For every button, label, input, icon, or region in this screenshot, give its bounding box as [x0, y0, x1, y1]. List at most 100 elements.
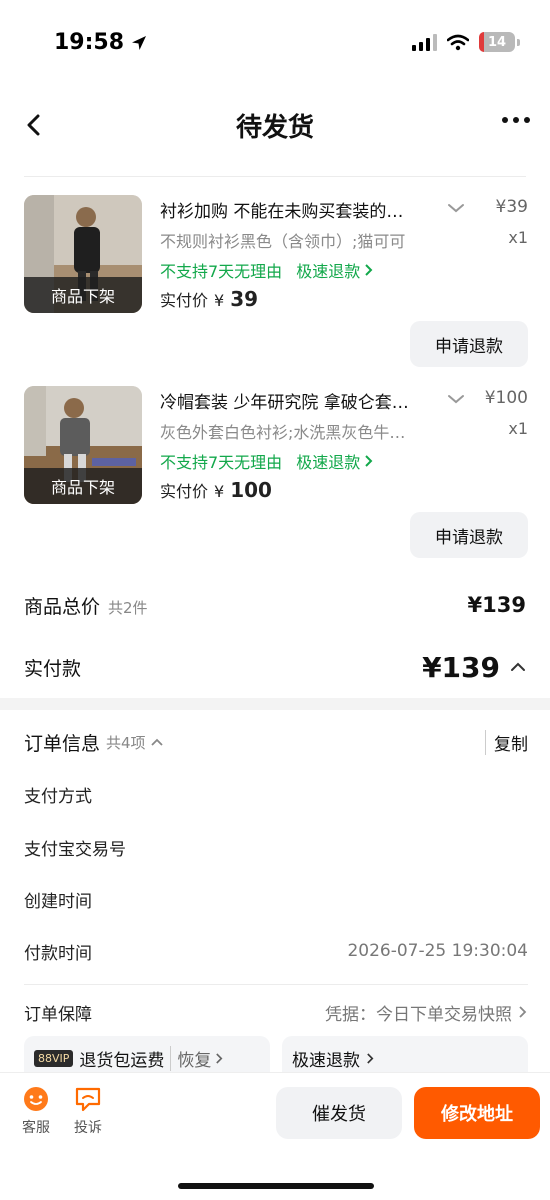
fast-refund-link[interactable]: 极速退款: [296, 258, 374, 282]
product-tags: 不支持7天无理由 极速退款: [160, 449, 374, 473]
complaint-icon: [75, 1087, 101, 1112]
fast-refund-link[interactable]: 极速退款: [296, 449, 374, 473]
order-info-label: 支付方式: [24, 786, 92, 807]
order-info-label: 创建时间: [24, 891, 92, 912]
status-bar: 19:58 14: [0, 0, 550, 90]
order-info-row: 创建时间: [24, 881, 528, 917]
chevron-down-icon[interactable]: [446, 390, 466, 408]
no-7day-return-tag: 不支持7天无理由: [160, 262, 283, 281]
battery-percent: 14: [487, 34, 507, 50]
order-info-toggle[interactable]: 订单信息 共4项: [24, 729, 164, 756]
modify-address-button[interactable]: 修改地址: [414, 1087, 540, 1139]
chevron-up-icon[interactable]: [510, 661, 526, 673]
paid-price-amount: 39: [230, 287, 259, 311]
order-info-title: 订单信息: [24, 732, 101, 755]
fast-refund-label: 极速退款: [296, 262, 361, 281]
copy-button[interactable]: 复制: [485, 729, 528, 755]
product-title[interactable]: 冷帽套装 少年研究院 拿破仑套…: [160, 388, 440, 413]
navigation-bar: 待发货: [0, 95, 550, 155]
product-spec: 不规则衬衫黑色（含领巾）;猫可可: [160, 232, 406, 251]
order-info-count-text: 共4项: [106, 733, 146, 752]
chevron-right-icon: [216, 1052, 223, 1064]
fast-refund-service-label: 极速退款: [292, 1050, 360, 1071]
paid-total-row[interactable]: 实付款 ¥139: [24, 647, 526, 687]
product-thumbnail[interactable]: 商品下架: [24, 386, 142, 504]
chevron-right-icon: [365, 264, 373, 276]
order-info-header: 订单信息 共4项 复制: [24, 722, 528, 762]
order-info-row: 付款时间 2026-07-25 19:30:04: [24, 933, 528, 969]
divider: [24, 176, 526, 177]
order-info-value: 2026-07-25 19:30:04: [347, 941, 528, 961]
battery-cap: [517, 38, 520, 46]
paid-price: 实付价 ¥39: [160, 287, 258, 311]
paid-total-value: ¥139: [422, 650, 500, 684]
order-info-label: 付款时间: [24, 943, 92, 964]
urge-shipment-button[interactable]: 催发货: [276, 1087, 402, 1139]
unavailable-label: 商品下架: [24, 468, 142, 504]
customer-service-icon: [24, 1087, 48, 1111]
order-guarantee-value: 凭据：今日下单交易快照: [325, 1000, 528, 1025]
paid-price-amount: 100: [230, 478, 272, 502]
order-info-count: 共4项: [106, 732, 164, 753]
page-title: 待发货: [235, 113, 314, 143]
product-title[interactable]: 衬衫加购 不能在未购买套装的…: [160, 197, 440, 222]
wifi-icon: [447, 34, 469, 50]
product-quantity: x1: [508, 419, 528, 438]
order-info-row: 支付方式: [24, 776, 528, 812]
more-dot-icon: [502, 117, 508, 123]
paid-price-label: 实付价: [160, 482, 209, 501]
apply-refund-button[interactable]: 申请退款: [410, 512, 528, 558]
paid-price-label: 实付价: [160, 291, 209, 310]
no-7day-return-tag: 不支持7天无理由: [160, 453, 283, 472]
more-dot-icon: [513, 117, 519, 123]
product-price: ¥100: [484, 388, 528, 408]
product-spec: 灰色外套白色衬衫;水洗黑灰色牛…: [160, 423, 406, 442]
chevron-right-icon: [367, 1052, 374, 1064]
goods-total-value: ¥139: [467, 593, 526, 617]
customer-service-button[interactable]: 客服: [16, 1085, 56, 1137]
goods-total-label: 商品总价: [24, 595, 101, 618]
product-item[interactable]: 商品下架 衬衫加购 不能在未购买套装的… ¥39 不规则衬衫黑色（含领巾）;猫可…: [0, 195, 550, 385]
order-info-label: 支付宝交易号: [24, 839, 126, 860]
location-arrow-icon: [132, 35, 147, 50]
product-quantity: x1: [508, 228, 528, 247]
product-item[interactable]: 商品下架 冷帽套装 少年研究院 拿破仑套… ¥100 灰色外套白色衬衫;水洗黑灰…: [0, 386, 550, 576]
order-guarantee-label: 订单保障: [24, 1004, 92, 1025]
paid-price-currency: ¥: [214, 291, 225, 310]
bottom-action-bar: 客服 投诉 催发货 修改地址: [0, 1072, 550, 1200]
return-shipping-label: 退货包运费: [79, 1050, 165, 1071]
paid-price-currency: ¥: [214, 482, 225, 501]
goods-count: 共2件: [108, 598, 148, 617]
goods-total-row: 商品总价 共2件 ¥139: [24, 585, 526, 625]
order-guarantee-row[interactable]: 订单保障 凭据：今日下单交易快照: [24, 994, 528, 1030]
restore-label: 恢复: [177, 1050, 212, 1071]
more-dot-icon: [524, 117, 530, 123]
paid-total: ¥139: [422, 651, 526, 684]
snapshot-link-text: 凭据：今日下单交易快照: [325, 1004, 512, 1025]
complaint-label: 投诉: [74, 1120, 102, 1136]
chevron-down-icon[interactable]: [446, 199, 466, 217]
product-tags: 不支持7天无理由 极速退款: [160, 258, 374, 282]
section-divider: [0, 698, 550, 710]
customer-service-label: 客服: [22, 1120, 50, 1136]
battery-icon: 14: [479, 32, 515, 52]
product-price: ¥39: [495, 197, 528, 217]
battery-level-fill: [479, 32, 485, 52]
product-thumbnail[interactable]: 商品下架: [24, 195, 142, 313]
clock-text: 19:58: [54, 30, 125, 55]
paid-total-label: 实付款: [24, 657, 82, 680]
home-indicator[interactable]: [178, 1183, 374, 1189]
apply-refund-button[interactable]: 申请退款: [410, 321, 528, 367]
chevron-right-icon: [365, 455, 373, 467]
paid-price: 实付价 ¥100: [160, 478, 272, 502]
divider: [24, 984, 528, 985]
unavailable-label: 商品下架: [24, 277, 142, 313]
chevron-up-icon: [150, 738, 163, 746]
restore-link[interactable]: 恢复: [170, 1045, 224, 1071]
order-info-row: 支付宝交易号: [24, 829, 528, 865]
vip-badge: 88VIP: [34, 1049, 74, 1067]
chevron-right-icon: [519, 1006, 527, 1018]
complaint-button[interactable]: 投诉: [68, 1085, 108, 1137]
cellular-signal-icon: [412, 33, 437, 51]
more-options-button[interactable]: [502, 117, 530, 123]
